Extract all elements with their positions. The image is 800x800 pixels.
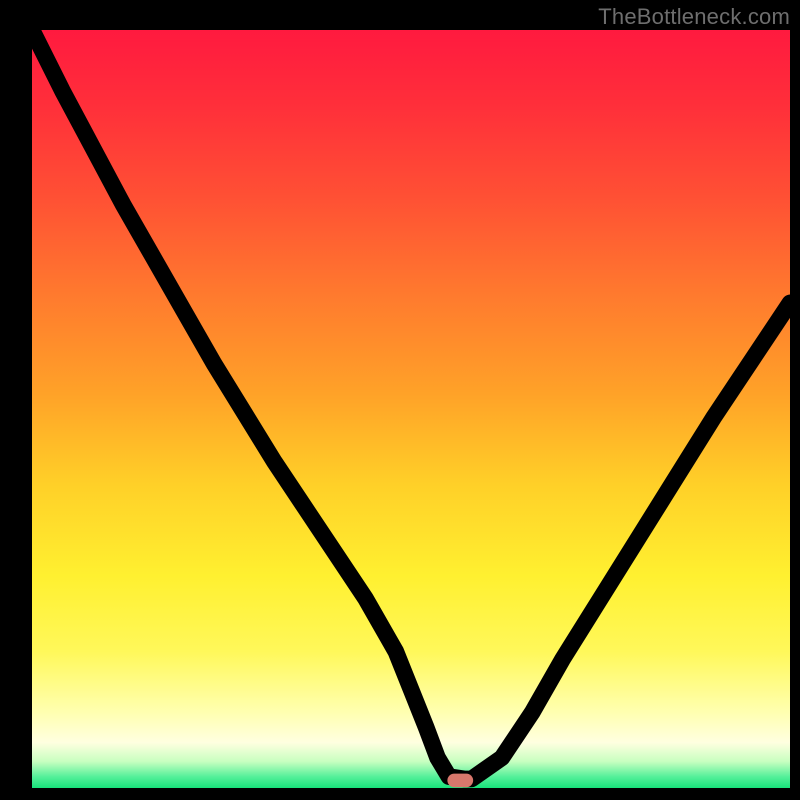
chart-frame: TheBottleneck.com [0,0,800,800]
optimal-marker [447,774,473,788]
watermark-text: TheBottleneck.com [598,4,790,30]
plot-area [32,30,790,788]
chart-svg [32,30,790,788]
